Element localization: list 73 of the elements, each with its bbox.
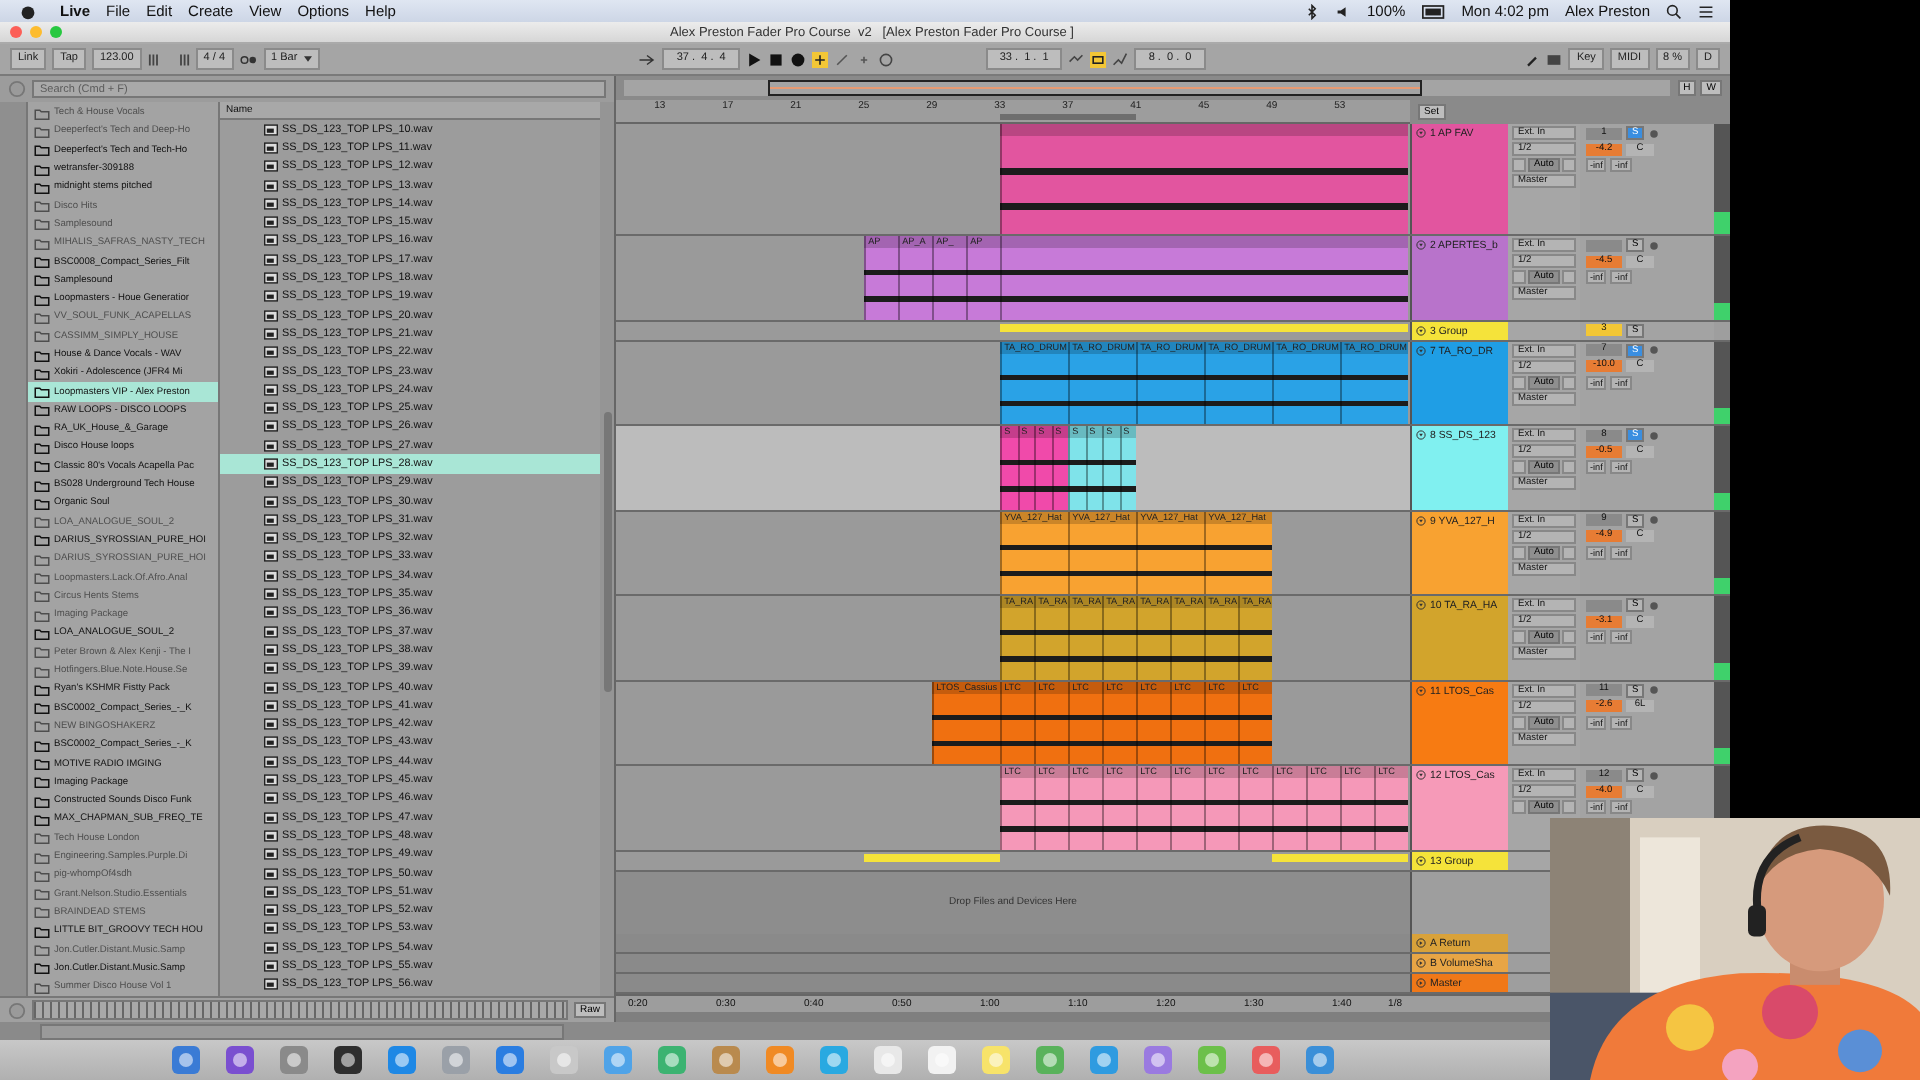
search-icon[interactable] xyxy=(1666,3,1682,19)
group-bar[interactable] xyxy=(1272,853,1409,861)
arm-icon[interactable] xyxy=(1648,769,1661,781)
fold-icon[interactable] xyxy=(1416,128,1426,138)
overview-window[interactable] xyxy=(768,80,1422,96)
close-button[interactable] xyxy=(10,26,22,38)
fold-icon[interactable] xyxy=(1416,978,1426,988)
monitor-in-button[interactable] xyxy=(1512,460,1526,474)
fold-icon[interactable] xyxy=(1416,325,1426,335)
punch-icon[interactable] xyxy=(1068,51,1085,67)
fold-icon[interactable] xyxy=(1416,855,1426,865)
scrollbar-thumb[interactable] xyxy=(604,412,612,692)
fold-icon[interactable] xyxy=(1416,958,1426,968)
fold-icon[interactable] xyxy=(1416,430,1426,440)
arm-icon[interactable] xyxy=(1648,514,1661,526)
monitor-off-button[interactable] xyxy=(1561,715,1576,729)
monitor-in-button[interactable] xyxy=(1512,545,1526,559)
battery-icon[interactable] xyxy=(1421,3,1446,19)
monitor-off-button[interactable] xyxy=(1561,158,1576,172)
app-icon[interactable] xyxy=(332,1044,364,1076)
headphones-icon[interactable] xyxy=(8,1001,26,1019)
metronome-icon[interactable] xyxy=(239,51,257,67)
stop-icon[interactable] xyxy=(767,51,784,67)
arm-icon[interactable] xyxy=(1648,684,1661,696)
zoom-button[interactable] xyxy=(50,26,62,38)
play-icon[interactable] xyxy=(745,51,762,67)
menu-icon[interactable] xyxy=(1698,3,1714,19)
plus-icon[interactable] xyxy=(855,51,872,67)
fold-icon[interactable] xyxy=(1416,345,1426,355)
fold-icon[interactable] xyxy=(1416,938,1426,948)
monitor-in-button[interactable] xyxy=(1512,715,1526,729)
fold-icon[interactable] xyxy=(1416,770,1426,780)
overdub-icon[interactable] xyxy=(811,51,828,67)
audio-clip[interactable] xyxy=(1000,236,1409,319)
computer-keyboard-icon[interactable] xyxy=(1546,51,1563,67)
arm-icon[interactable] xyxy=(1648,429,1661,441)
group-bar[interactable] xyxy=(864,853,1001,861)
monitor-off-button[interactable] xyxy=(1561,460,1576,474)
monitor-in-button[interactable] xyxy=(1512,375,1526,389)
monitor-in-button[interactable] xyxy=(1512,158,1526,172)
arm-icon[interactable] xyxy=(1648,127,1661,139)
bluetooth-icon[interactable] xyxy=(1303,3,1319,19)
monitor-off-button[interactable] xyxy=(1561,545,1576,559)
back-icon[interactable] xyxy=(8,80,26,98)
circle-icon[interactable] xyxy=(877,51,894,67)
overview-strip[interactable] xyxy=(624,80,1670,96)
record-icon[interactable] xyxy=(789,51,806,67)
audio-clip[interactable] xyxy=(1000,124,1409,234)
punch-icon[interactable] xyxy=(1112,51,1129,67)
fold-icon[interactable] xyxy=(1416,515,1426,525)
fold-icon[interactable] xyxy=(1416,685,1426,695)
pencil-icon[interactable] xyxy=(1524,51,1541,67)
logo-icon[interactable] xyxy=(20,3,36,19)
monitor-in-button[interactable] xyxy=(1512,630,1526,644)
monitor-off-button[interactable] xyxy=(1561,800,1576,814)
fold-icon[interactable] xyxy=(1416,600,1426,610)
minimize-button[interactable] xyxy=(30,26,42,38)
follow-icon[interactable] xyxy=(638,51,657,67)
track-number[interactable] xyxy=(1586,599,1622,611)
arm-icon[interactable] xyxy=(1648,599,1661,611)
automation-icon[interactable] xyxy=(833,51,850,67)
monitor-off-button[interactable] xyxy=(1561,630,1576,644)
monitor-off-button[interactable] xyxy=(1561,375,1576,389)
fold-icon[interactable] xyxy=(1416,240,1426,250)
arm-icon[interactable] xyxy=(1648,344,1661,356)
monitor-in-button[interactable] xyxy=(1512,800,1526,814)
monitor-off-button[interactable] xyxy=(1561,270,1576,284)
preview-waveform[interactable] xyxy=(32,1000,568,1020)
monitor-in-button[interactable] xyxy=(1512,270,1526,284)
loop-icon[interactable] xyxy=(1090,51,1107,67)
track-number[interactable] xyxy=(1586,239,1622,251)
arm-icon[interactable] xyxy=(1648,239,1661,251)
caret-icon xyxy=(303,56,312,62)
